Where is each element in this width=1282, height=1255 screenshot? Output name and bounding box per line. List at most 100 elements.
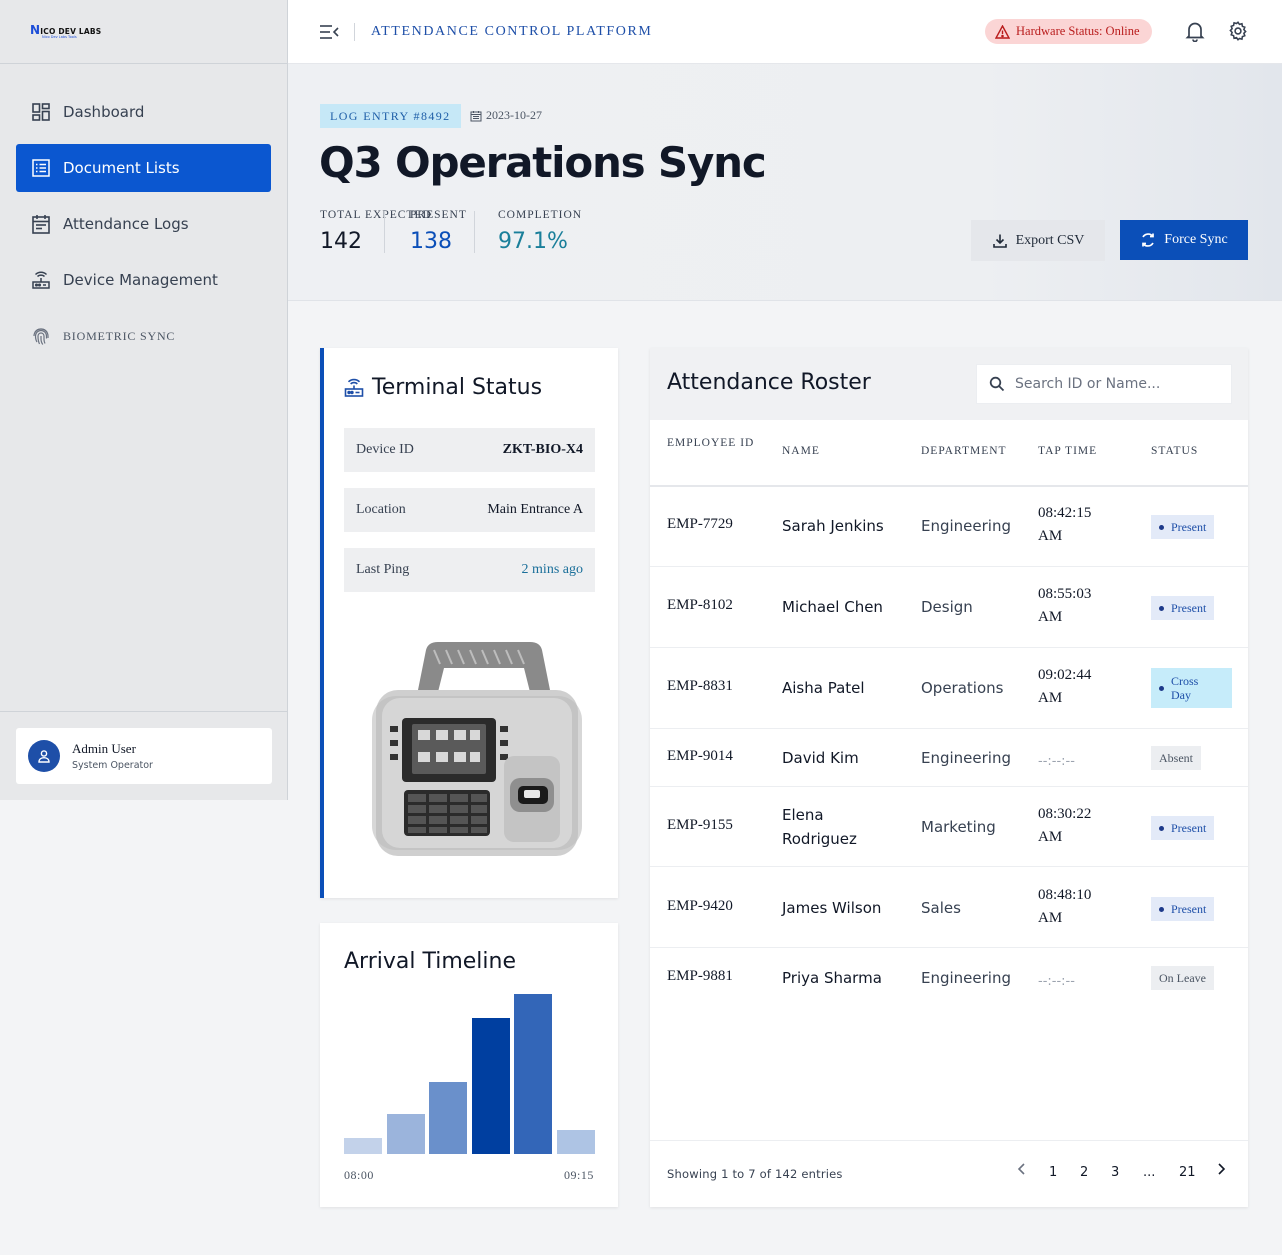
status-badge: Present: [1151, 596, 1215, 620]
roster-header: Attendance Roster: [650, 348, 1248, 420]
table-row[interactable]: EMP-9881 Priya Sharma Engineering --:--:…: [650, 948, 1248, 1008]
column-header-status[interactable]: STATUS: [1151, 444, 1198, 459]
sidebar-item-label: Device Management: [63, 271, 218, 289]
roster-title: Attendance Roster: [667, 370, 871, 395]
table-row[interactable]: EMP-9155 Elena Rodriguez Marketing 08:30…: [650, 787, 1248, 867]
sidebar-item-document-lists[interactable]: Document Lists: [16, 144, 271, 192]
table-row[interactable]: EMP-8102 Michael Chen Design 08:55:03 AM…: [650, 567, 1248, 648]
status-dot: [1159, 906, 1164, 912]
column-header-name[interactable]: NAME: [782, 444, 820, 459]
last-ping-label: Last Ping: [356, 562, 410, 577]
chevron-right-icon[interactable]: [1216, 1162, 1226, 1180]
column-header-tap-time[interactable]: TAP TIME: [1038, 444, 1097, 459]
calendar-icon: [470, 110, 482, 121]
status-dot: [1159, 524, 1164, 530]
status-text: Present: [1171, 519, 1207, 534]
router-icon: [344, 378, 364, 397]
last-ping-value: 2 mins ago: [521, 562, 583, 577]
bell-icon[interactable]: [1185, 20, 1205, 47]
department-cell: Design: [921, 598, 973, 616]
force-sync-button[interactable]: Force Sync: [1120, 220, 1248, 260]
hardware-status-badge[interactable]: Hardware Status: Online: [985, 19, 1152, 44]
arrival-timeline-title: Arrival Timeline: [344, 949, 517, 974]
status-text: On Leave: [1159, 970, 1206, 985]
employee-id-cell: EMP-9881: [667, 968, 733, 984]
page-button-2[interactable]: 2: [1080, 1165, 1088, 1180]
employee-id-cell: EMP-9014: [667, 748, 733, 764]
sidebar-item-label: Document Lists: [63, 159, 180, 177]
department-cell: Engineering: [921, 749, 1011, 767]
device-id-label: Device ID: [356, 442, 414, 457]
table-row[interactable]: EMP-9420 James Wilson Sales 08:48:10 AM …: [650, 867, 1248, 948]
timeline-bar: [429, 1082, 468, 1154]
timeline-bar: [471, 1018, 510, 1154]
status-text: Present: [1171, 600, 1207, 615]
name-cell: David Kim: [782, 749, 859, 767]
timeline-bar: [386, 1114, 425, 1154]
tap-time-cell: 08:30:22 AM: [1038, 806, 1092, 845]
logo-initial: N: [30, 22, 41, 37]
page-button-3[interactable]: 3: [1111, 1165, 1119, 1180]
search-box[interactable]: [976, 364, 1232, 404]
employee-id-cell: EMP-7729: [667, 516, 733, 532]
sync-icon: [1142, 233, 1155, 247]
employee-id-cell: EMP-8102: [667, 597, 733, 613]
sidebar-item-device-management[interactable]: Device Management: [16, 256, 271, 304]
log-entry-badge: LOG ENTRY #8492: [320, 104, 461, 128]
department-cell: Engineering: [921, 517, 1011, 535]
menu-collapse-icon[interactable]: [318, 21, 340, 43]
timeline-bar: [557, 1130, 595, 1154]
export-csv-button[interactable]: Export CSV: [971, 220, 1105, 261]
user-role: System Operator: [72, 760, 153, 771]
list-icon: [31, 158, 51, 178]
brand-logo[interactable]: NICO DEV LABS Nico Dev Labs Tools: [30, 24, 101, 40]
status-dot: [1159, 685, 1164, 691]
sidebar-item-attendance-logs[interactable]: Attendance Logs: [16, 200, 271, 248]
status-badge: Present: [1151, 816, 1215, 840]
stat-divider: [384, 211, 385, 253]
avatar: [28, 740, 60, 772]
employee-id-cell: EMP-9155: [667, 817, 733, 833]
x-axis-start-label: 08:00: [344, 1168, 374, 1182]
top-divider: [354, 22, 355, 41]
user-profile-card[interactable]: Admin User System Operator: [16, 728, 272, 784]
column-header-department[interactable]: DEPARTMENT: [921, 444, 1007, 459]
sidebar-item-biometric-sync[interactable]: BIOMETRIC SYNC: [16, 312, 271, 360]
biometric-terminal-image: [372, 642, 582, 856]
status-text: Cross Day: [1171, 674, 1199, 702]
page-button-1[interactable]: 1: [1049, 1165, 1057, 1180]
device-id-row: Device ID ZKT-BIO-X4: [344, 428, 595, 472]
status-text: Absent: [1159, 750, 1193, 765]
column-header-employee-id[interactable]: EMPLOYEE ID: [667, 436, 757, 451]
table-row[interactable]: EMP-8831 Aisha Patel Operations 09:02:44…: [650, 648, 1248, 729]
name-cell: James Wilson: [782, 899, 882, 917]
arrival-timeline-card: Arrival Timeline 08:00 09:15: [320, 923, 618, 1207]
x-axis-end-label: 09:15: [564, 1168, 594, 1182]
last-ping-row: Last Ping 2 mins ago: [344, 548, 595, 592]
sidebar-item-dashboard[interactable]: Dashboard: [16, 88, 271, 136]
status-badge: On Leave: [1151, 966, 1214, 990]
user-icon: [38, 750, 50, 763]
chevron-left-icon[interactable]: [1017, 1162, 1027, 1180]
status-badge: Present: [1151, 515, 1215, 539]
employee-id-cell: EMP-9420: [667, 898, 733, 914]
force-sync-label: Force Sync: [1164, 232, 1228, 247]
status-badge: Present: [1151, 897, 1215, 921]
gear-icon[interactable]: [1227, 20, 1249, 47]
search-input[interactable]: [1015, 376, 1225, 392]
user-name: Admin User: [72, 741, 136, 756]
tap-time-cell: --:--:--: [1038, 974, 1075, 989]
location-value: Main Entrance A: [487, 502, 583, 517]
department-cell: Sales: [921, 899, 961, 917]
department-cell: Operations: [921, 679, 1004, 697]
tap-time-cell: 08:42:15 AM: [1038, 505, 1092, 544]
timeline-bar: [514, 994, 553, 1154]
table-row[interactable]: EMP-7729 Sarah Jenkins Engineering 08:42…: [650, 487, 1248, 567]
table-row[interactable]: EMP-9014 David Kim Engineering --:--:-- …: [650, 729, 1248, 787]
logo-bar: NICO DEV LABS Nico Dev Labs Tools: [0, 0, 287, 64]
department-cell: Marketing: [921, 818, 996, 836]
top-bar: ATTENDANCE CONTROL PLATFORM Hardware Sta…: [288, 0, 1282, 64]
stat-value: 138: [410, 229, 452, 254]
page-button-21[interactable]: 21: [1179, 1165, 1196, 1180]
pagination-summary: Showing 1 to 7 of 142 entries: [667, 1167, 843, 1181]
